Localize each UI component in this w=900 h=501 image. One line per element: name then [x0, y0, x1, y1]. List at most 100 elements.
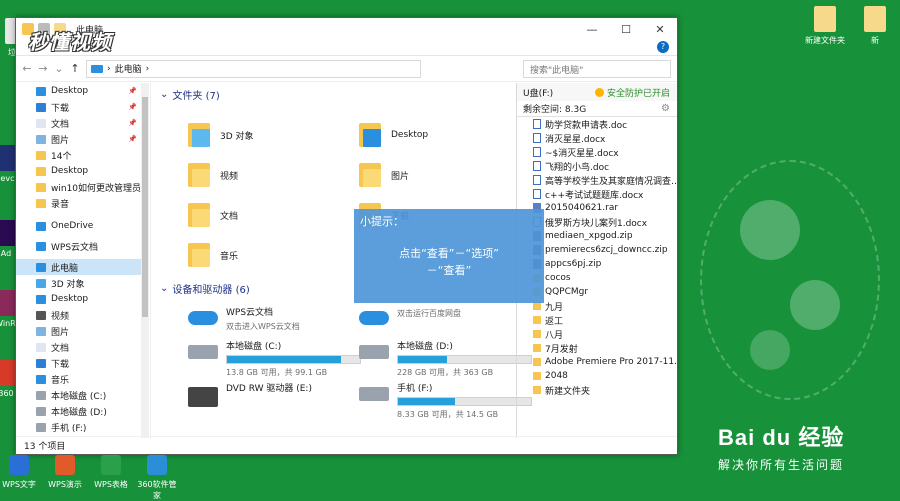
usb-file-item[interactable]: 八月: [517, 327, 677, 341]
drive-usage-bar: [226, 355, 361, 364]
drive-usage-bar: [397, 355, 532, 364]
up-button[interactable]: ↑: [70, 62, 80, 75]
drive-item[interactable]: WPS云文档 双击进入WPS云文档: [188, 305, 300, 332]
brand-slogan: 解决你所有生活问题: [718, 458, 845, 472]
nav-item[interactable]: Desktop: [16, 291, 141, 307]
nav-item[interactable]: 3D 对象: [16, 275, 141, 291]
folder-item[interactable]: 音乐: [188, 241, 238, 269]
folder-icon: [533, 358, 541, 366]
drives-group-header[interactable]: ⌄ 设备和驱动器 (6): [160, 281, 250, 296]
usb-file-item[interactable]: ~$消灭星星.docx: [517, 145, 677, 159]
scrollbar-thumb[interactable]: [142, 97, 148, 317]
desktop-decoration: [700, 160, 880, 400]
folder-icon: [533, 330, 541, 338]
computer-icon: [91, 64, 103, 73]
nav-item[interactable]: 此电脑: [16, 259, 141, 275]
usb-file-item[interactable]: 高等学校学生及其家庭情况调查…: [517, 173, 677, 187]
drive-item[interactable]: DVD RW 驱动器 (E:): [188, 381, 312, 407]
usb-file-item[interactable]: 2048: [517, 369, 677, 383]
tip-overlay: 小提示： 点击“查看”－“选项” －“查看”: [354, 209, 544, 303]
desktop-shortcut[interactable]: WPS表格: [88, 455, 134, 490]
nav-item[interactable]: 下载: [16, 355, 141, 371]
drive-item[interactable]: 本地磁盘 (D:) 228 GB 可用，共 363 GB: [359, 339, 532, 378]
folder-icon: [533, 316, 541, 324]
folder-icon: [533, 386, 541, 394]
desktop-shortcut[interactable]: WPS文字: [0, 455, 42, 490]
nav-item[interactable]: 14个: [16, 147, 141, 163]
close-button[interactable]: ✕: [643, 18, 677, 40]
tip-title: 小提示：: [360, 215, 404, 228]
nav-item[interactable]: 本地磁盘 (C:): [16, 387, 141, 403]
folder-item[interactable]: Desktop: [359, 121, 428, 149]
nav-item[interactable]: 图片 📌: [16, 131, 141, 147]
desktop-shortcut[interactable]: WPS演示: [42, 455, 88, 490]
baidu-netdisk-icon: [359, 311, 389, 325]
360-manager-icon: [147, 455, 167, 475]
desktop-decoration: [790, 280, 840, 330]
usb-file-item[interactable]: Adobe Premiere Pro 2017-11.0: [517, 355, 677, 369]
usb-file-item[interactable]: 新建文件夹: [517, 383, 677, 397]
nav-item[interactable]: 视频: [16, 307, 141, 323]
window-controls: — ☐ ✕: [575, 18, 677, 40]
drive-item[interactable]: 双击运行百度网盘: [359, 305, 461, 325]
nav-item[interactable]: 本地磁盘 (D:): [16, 403, 141, 419]
nav-item[interactable]: 图片: [16, 323, 141, 339]
folder-item[interactable]: 文档: [188, 201, 238, 229]
doc-file-icon: [533, 147, 541, 157]
usb-file-item[interactable]: 飞翔的小鸟.doc: [517, 159, 677, 173]
nav-item[interactable]: Desktop 📌: [16, 83, 141, 99]
desktop-icon-item[interactable]: 新: [845, 6, 900, 46]
minimize-button[interactable]: —: [575, 18, 609, 40]
folder-item[interactable]: 视频: [188, 161, 238, 189]
drive-icon: [359, 387, 389, 401]
nav-item[interactable]: 文档 📌: [16, 115, 141, 131]
usb-file-item[interactable]: c++考试试题题库.docx: [517, 187, 677, 201]
desktop-icon: [36, 294, 46, 304]
gear-icon[interactable]: ⚙: [661, 103, 670, 114]
nav-item[interactable]: Desktop: [16, 163, 141, 179]
nav-item[interactable]: WPS云文档: [16, 238, 141, 254]
drive-item[interactable]: 本地磁盘 (C:) 13.8 GB 可用，共 99.1 GB: [188, 339, 361, 378]
desktop-bottom-icons: WPS文字 WPS演示 WPS表格 360软件管家: [0, 455, 200, 501]
nav-item[interactable]: 文档: [16, 339, 141, 355]
nav-item[interactable]: 手机 (F:): [16, 419, 141, 435]
navigation-pane: Desktop 📌 下载 📌 文档 📌 图片 📌 14个 Desktop win10如何更改管理员名…: [16, 83, 151, 438]
usb-safe-status[interactable]: 安全防护已开启: [594, 86, 670, 99]
usb-file-item[interactable]: 助学贷款申请表.doc: [517, 117, 677, 131]
recent-dropdown-button[interactable]: ⌄: [54, 62, 64, 75]
usb-file-item[interactable]: 7月发射: [517, 341, 677, 355]
folders-group-header[interactable]: ⌄ 文件夹 (7): [160, 87, 220, 102]
drive-item[interactable]: 手机 (F:) 8.33 GB 可用，共 14.5 GB: [359, 381, 532, 420]
pin-icon: 📌: [128, 87, 137, 95]
desktop-decoration: [750, 330, 790, 370]
desktop-shortcut[interactable]: 360软件管家: [134, 455, 180, 501]
folder-icon: [533, 344, 541, 352]
usb-header: U盘(F:) 安全防护已开启: [517, 83, 677, 101]
shield-icon: [594, 87, 604, 97]
back-button[interactable]: ←: [22, 62, 32, 75]
nav-scrollbar[interactable]: [141, 83, 149, 438]
document-icon: [188, 201, 210, 229]
address-bar[interactable]: › 此电脑 ›: [86, 59, 421, 78]
pin-icon: 📌: [128, 103, 137, 111]
help-button[interactable]: ?: [657, 41, 669, 53]
nav-item[interactable]: 录音: [16, 195, 141, 211]
nav-item[interactable]: 音乐: [16, 371, 141, 387]
status-bar: 13 个项目: [16, 436, 677, 454]
folder-item[interactable]: 3D 对象: [188, 121, 254, 149]
drive-usage-bar: [397, 397, 532, 406]
nav-item[interactable]: win10如何更改管理员名: [16, 179, 141, 195]
usb-file-item[interactable]: 消灭星星.docx: [517, 131, 677, 145]
file-explorer-window: 此电脑 — ☐ ✕ ? ← → ⌄ ↑ › 此电脑 › 搜索"此电脑" Desk…: [15, 17, 678, 455]
search-input[interactable]: 搜索"此电脑": [523, 60, 671, 78]
nav-item[interactable]: 下载 📌: [16, 99, 141, 115]
drive-icon: [36, 406, 46, 416]
usb-file-item[interactable]: 返工: [517, 313, 677, 327]
nav-item[interactable]: OneDrive: [16, 218, 141, 234]
maximize-button[interactable]: ☐: [609, 18, 643, 40]
folder-icon: [36, 150, 46, 160]
desktop-icon: [359, 121, 381, 149]
folder-icon: [36, 166, 46, 176]
folder-item[interactable]: 图片: [359, 161, 409, 189]
forward-button[interactable]: →: [38, 62, 48, 75]
